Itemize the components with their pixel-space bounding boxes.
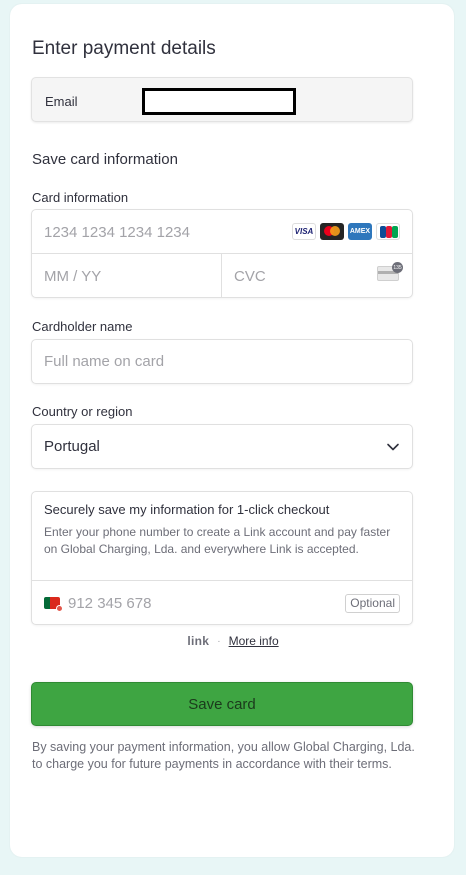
section-title: Save card information <box>32 151 178 168</box>
card-number-placeholder: 1234 1234 1234 1234 <box>44 224 190 241</box>
card-info-label: Card information <box>32 190 129 205</box>
phone-placeholder: 912 345 678 <box>68 595 152 612</box>
expiry-placeholder: MM / YY <box>44 268 102 285</box>
mastercard-icon <box>320 223 344 240</box>
optional-badge: Optional <box>345 594 400 613</box>
expiry-input[interactable]: MM / YY <box>32 254 222 298</box>
cvc-input[interactable]: CVC 135 <box>222 254 412 298</box>
jcb-icon <box>376 223 400 240</box>
phone-input[interactable]: 912 345 678 Optional <box>32 580 412 625</box>
country-value: Portugal <box>44 438 100 455</box>
card-number-input[interactable]: 1234 1234 1234 1234 VISA AMEX <box>32 210 412 254</box>
country-select[interactable]: Portugal <box>31 424 413 469</box>
link-footer: link · More info <box>0 634 466 648</box>
email-label: Email <box>45 94 78 109</box>
amex-icon: AMEX <box>348 223 372 240</box>
card-info-group: 1234 1234 1234 1234 VISA AMEX MM / YY CV… <box>31 209 413 298</box>
more-info-link[interactable]: More info <box>229 634 279 648</box>
cardholder-input[interactable]: Full name on card <box>31 339 413 384</box>
cvc-card-icon: 135 <box>377 262 403 281</box>
visa-icon: VISA <box>292 223 316 240</box>
flag-badge-icon <box>56 605 63 612</box>
link-description: Enter your phone number to create a Link… <box>44 525 391 556</box>
cardholder-label: Cardholder name <box>32 319 133 334</box>
legal-text: By saving your payment information, you … <box>32 740 415 771</box>
email-value-redacted <box>142 88 296 115</box>
link-title: Securely save my information for 1-click… <box>44 502 330 517</box>
country-label: Country or region <box>32 404 133 419</box>
chevron-down-icon <box>387 443 399 451</box>
card-brands: VISA AMEX <box>292 223 400 240</box>
link-logo: link <box>187 634 210 648</box>
save-card-button[interactable]: Save card <box>31 682 413 726</box>
separator-dot: · <box>217 635 221 647</box>
cvc-placeholder: CVC <box>234 268 266 285</box>
page-title: Enter payment details <box>32 38 216 59</box>
link-save-group: Securely save my information for 1-click… <box>31 491 413 625</box>
email-field[interactable]: Email <box>31 77 413 122</box>
cardholder-placeholder: Full name on card <box>44 353 165 370</box>
